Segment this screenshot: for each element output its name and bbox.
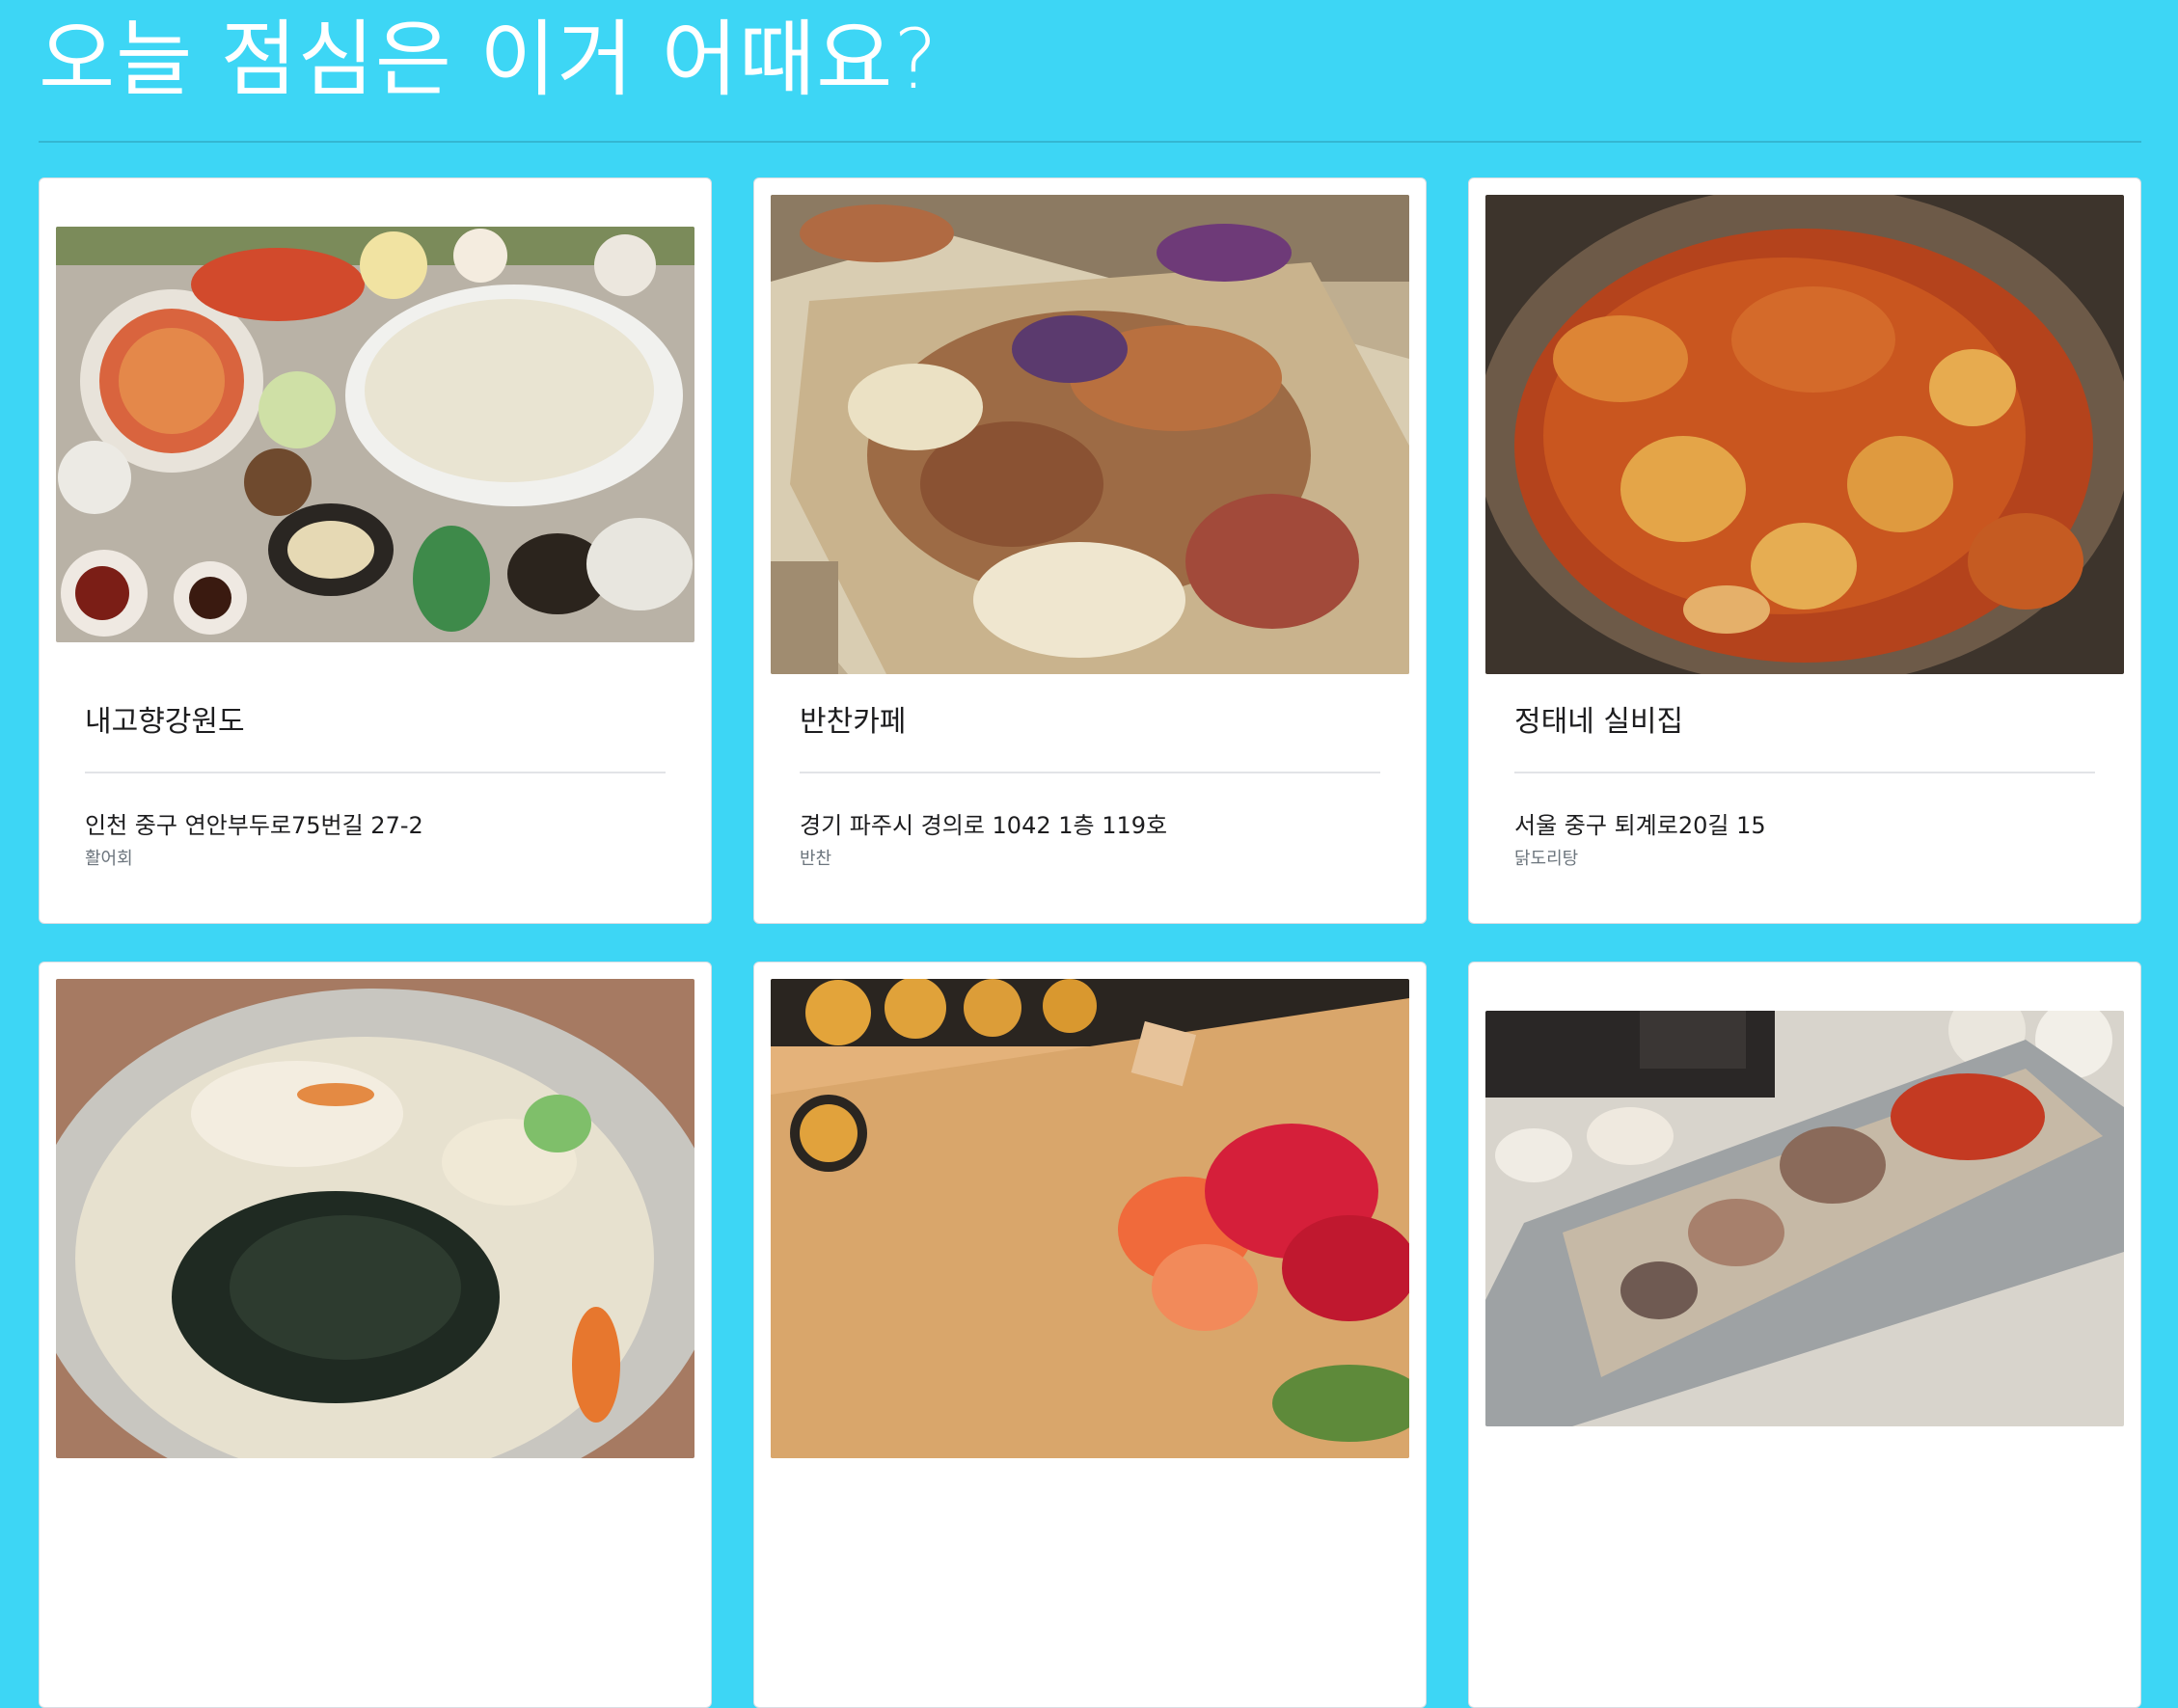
restaurant-card[interactable]: [39, 962, 712, 1708]
restaurant-category: 닭도리탕: [1514, 849, 1579, 869]
restaurant-card[interactable]: 정태네 실비집 서울 중구 퇴계로20길 15 닭도리탕: [1468, 177, 2141, 924]
card-divider: [85, 772, 666, 773]
photo-frame: [56, 979, 694, 1458]
side-dish-photo: [771, 195, 1409, 674]
seafood-feast-photo: [56, 227, 694, 642]
restaurant-card[interactable]: [753, 962, 1427, 1708]
page-title: 오늘 점심은 이거 어때요?: [39, 12, 939, 108]
restaurant-name: 반찬카페: [800, 705, 907, 739]
page: 오늘 점심은 이거 어때요? 내고향강원도 인천 중구 연안부두로75번길 27…: [0, 0, 2178, 1708]
photo-frame: [1485, 195, 2124, 674]
braised-chicken-photo: [1485, 195, 2124, 674]
restaurant-card[interactable]: 내고향강원도 인천 중구 연안부두로75번길 27-2 활어회: [39, 177, 712, 924]
photo-frame: [771, 195, 1409, 674]
seafood-platter-photo: [1485, 1011, 2124, 1426]
restaurant-card[interactable]: 반찬카페 경기 파주시 경의로 1042 1층 119호 반찬: [753, 177, 1427, 924]
photo-frame: [1485, 979, 2124, 1458]
restaurant-category: 활어회: [85, 849, 133, 869]
sushi-roll-photo: [771, 979, 1409, 1458]
restaurant-address: 경기 파주시 경의로 1042 1층 119호: [800, 812, 1168, 839]
restaurant-address: 서울 중구 퇴계로20길 15: [1514, 812, 1766, 839]
restaurant-name: 정태네 실비집: [1514, 705, 1684, 739]
photo-frame: [771, 979, 1409, 1458]
restaurant-card[interactable]: [1468, 962, 2141, 1708]
restaurant-address: 인천 중구 연안부두로75번길 27-2: [85, 812, 423, 839]
restaurant-name: 내고향강원도: [85, 705, 245, 739]
card-divider: [800, 772, 1380, 773]
noodle-soup-photo: [56, 979, 694, 1458]
photo-frame: [56, 195, 694, 674]
title-divider: [39, 141, 2141, 143]
restaurant-grid: 내고향강원도 인천 중구 연안부두로75번길 27-2 활어회 반찬카페 경기 …: [39, 177, 2141, 1708]
card-divider: [1514, 772, 2095, 773]
restaurant-category: 반찬: [800, 849, 832, 869]
